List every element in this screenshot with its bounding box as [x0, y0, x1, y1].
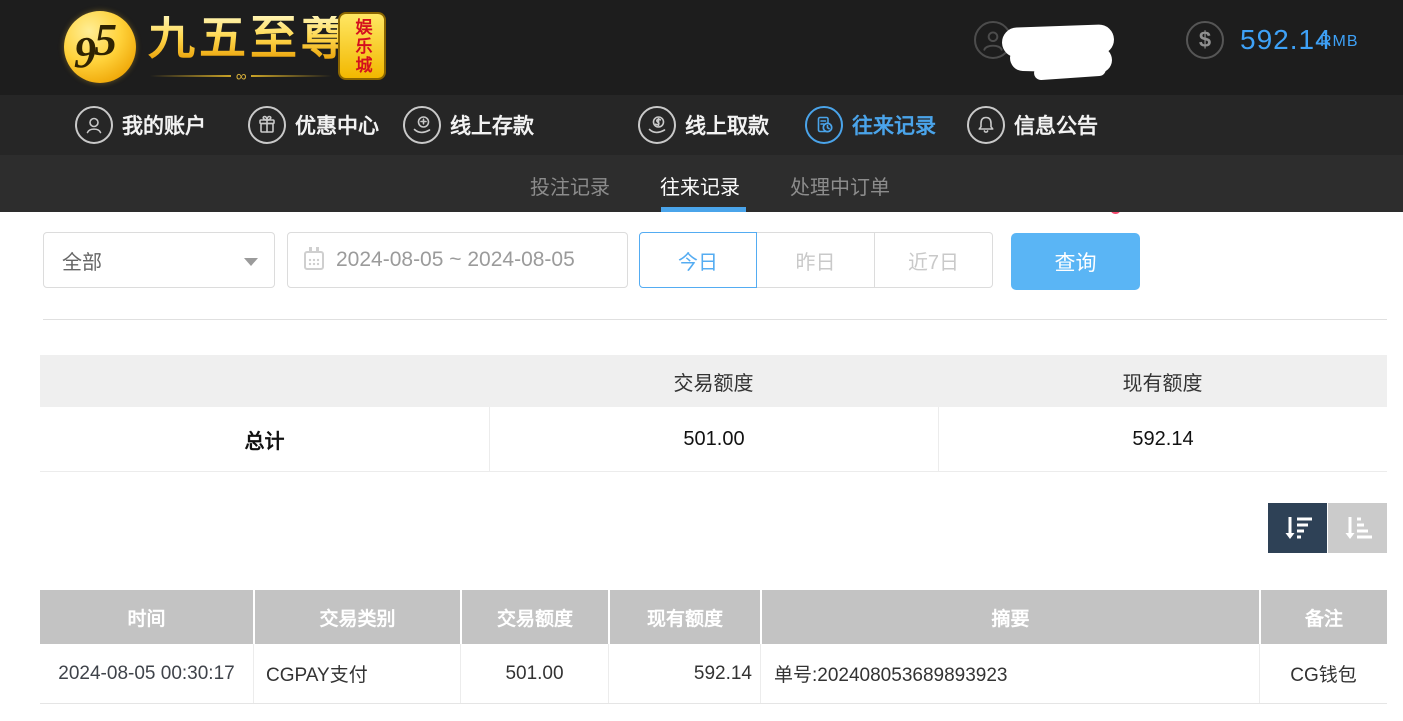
brand-title: 九五至尊: [148, 16, 352, 63]
section-divider: [43, 319, 1387, 320]
quick-range-group: 今日 昨日 近7日: [639, 232, 993, 288]
quick-range-last7days[interactable]: 近7日: [875, 232, 993, 288]
header-note: 备注: [1259, 590, 1387, 644]
nav-item-account[interactable]: 我的账户: [75, 95, 206, 155]
sort-descending-icon: [1281, 513, 1315, 543]
bell-icon: [967, 106, 1005, 144]
flourish-decoration: ∞: [150, 68, 332, 84]
nav-item-label: 往来记录: [852, 110, 936, 140]
type-select[interactable]: 全部: [43, 232, 275, 288]
flourish-line-left: [150, 75, 231, 77]
records-icon: [805, 106, 843, 144]
summary-total-label: 总计: [40, 407, 489, 471]
logo-digit-9: 9: [74, 31, 96, 75]
main-navigation: 我的账户 优惠中心 线上存款: [0, 95, 1403, 155]
table-header-row: 时间 交易类别 交易额度 现有额度 摘要 备注: [40, 590, 1387, 644]
header-current-amount: 现有额度: [608, 590, 760, 644]
logo-95-icon[interactable]: 9 5: [64, 11, 136, 83]
summary-header-transaction-amount: 交易额度: [489, 355, 938, 407]
cell-time: 2024-08-05 00:30:17: [40, 644, 253, 703]
flourish-glyph: ∞: [231, 69, 252, 84]
tab-bet-records[interactable]: 投注记录: [530, 171, 610, 200]
records-table: 时间 交易类别 交易额度 现有额度 摘要 备注 2024-08-05 00:30…: [40, 590, 1387, 704]
summary-total-row: 总计 501.00 592.14: [40, 407, 1387, 472]
logo-digit-5: 5: [94, 17, 117, 63]
chevron-down-icon: [244, 258, 258, 266]
nav-item-label: 信息公告: [1014, 110, 1098, 140]
balance-amount: 592.14: [1240, 24, 1332, 56]
nav-item-label: 优惠中心: [295, 110, 379, 140]
cell-current-amount: 592.14: [608, 644, 760, 703]
nav-item-promotions[interactable]: 优惠中心: [248, 95, 379, 155]
summary-table: 交易额度 现有额度 总计 501.00 592.14: [40, 355, 1387, 472]
top-header: 9 5 九五至尊 ∞ 娱乐城 0 $ 592.14 RMB: [0, 0, 1403, 95]
sort-ascending-icon: [1341, 513, 1375, 543]
nav-item-label: 线上取款: [685, 110, 769, 140]
summary-transaction-amount: 501.00: [489, 407, 938, 471]
quick-range-today[interactable]: 今日: [639, 232, 757, 288]
summary-header-current-amount: 现有额度: [938, 355, 1387, 407]
nav-item-label: 线上存款: [450, 110, 534, 140]
header-time: 时间: [40, 590, 253, 644]
summary-header-empty: [40, 355, 489, 407]
search-button[interactable]: 查询: [1011, 233, 1140, 290]
quick-range-yesterday[interactable]: 昨日: [757, 232, 875, 288]
nav-item-withdraw[interactable]: 线上取款: [638, 95, 769, 155]
sort-descending-button[interactable]: [1268, 503, 1327, 553]
sort-ascending-button[interactable]: [1328, 503, 1387, 553]
header-transaction-amount: 交易额度: [460, 590, 608, 644]
deposit-icon: [403, 106, 441, 144]
summary-current-amount: 592.14: [938, 407, 1387, 471]
date-range-value: 2024-08-05 ~ 2024-08-05: [336, 248, 575, 272]
cell-summary: 单号:202408053689893923: [760, 644, 1259, 703]
table-row: 2024-08-05 00:30:17 CGPAY支付 501.00 592.1…: [40, 644, 1387, 704]
cell-transaction-type: CGPAY支付: [253, 644, 460, 703]
calendar-icon: [304, 251, 324, 270]
dollar-glyph: $: [1199, 27, 1211, 53]
nav-item-announcements[interactable]: 信息公告: [967, 95, 1098, 155]
cell-transaction-amount: 501.00: [460, 644, 608, 703]
cell-note: CG钱包: [1259, 644, 1387, 703]
type-select-value: 全部: [62, 246, 102, 275]
user-icon: [75, 106, 113, 144]
currency-label: RMB: [1320, 33, 1359, 51]
withdraw-icon: [638, 106, 676, 144]
nav-item-deposit[interactable]: 线上存款: [403, 95, 534, 155]
active-tab-underline: [661, 207, 746, 212]
nav-item-records[interactable]: 往来记录: [805, 95, 936, 155]
summary-header-row: 交易额度 现有额度: [40, 355, 1387, 407]
gift-icon: [248, 106, 286, 144]
tab-pending-orders[interactable]: 处理中订单: [790, 171, 890, 200]
currency-icon: $: [1186, 21, 1224, 59]
brand-badge: 娱乐城: [338, 12, 386, 80]
tab-transaction-records[interactable]: 往来记录: [660, 171, 740, 200]
record-tabs: 投注记录 往来记录 处理中订单: [0, 155, 1403, 212]
nav-item-label: 我的账户: [122, 110, 206, 140]
date-range-input[interactable]: 2024-08-05 ~ 2024-08-05: [287, 232, 628, 288]
page: 9 5 九五至尊 ∞ 娱乐城 0 $ 592.14 RMB: [0, 0, 1403, 721]
flourish-line-right: [251, 75, 332, 77]
header-transaction-type: 交易类别: [253, 590, 460, 644]
header-summary: 摘要: [760, 590, 1259, 644]
